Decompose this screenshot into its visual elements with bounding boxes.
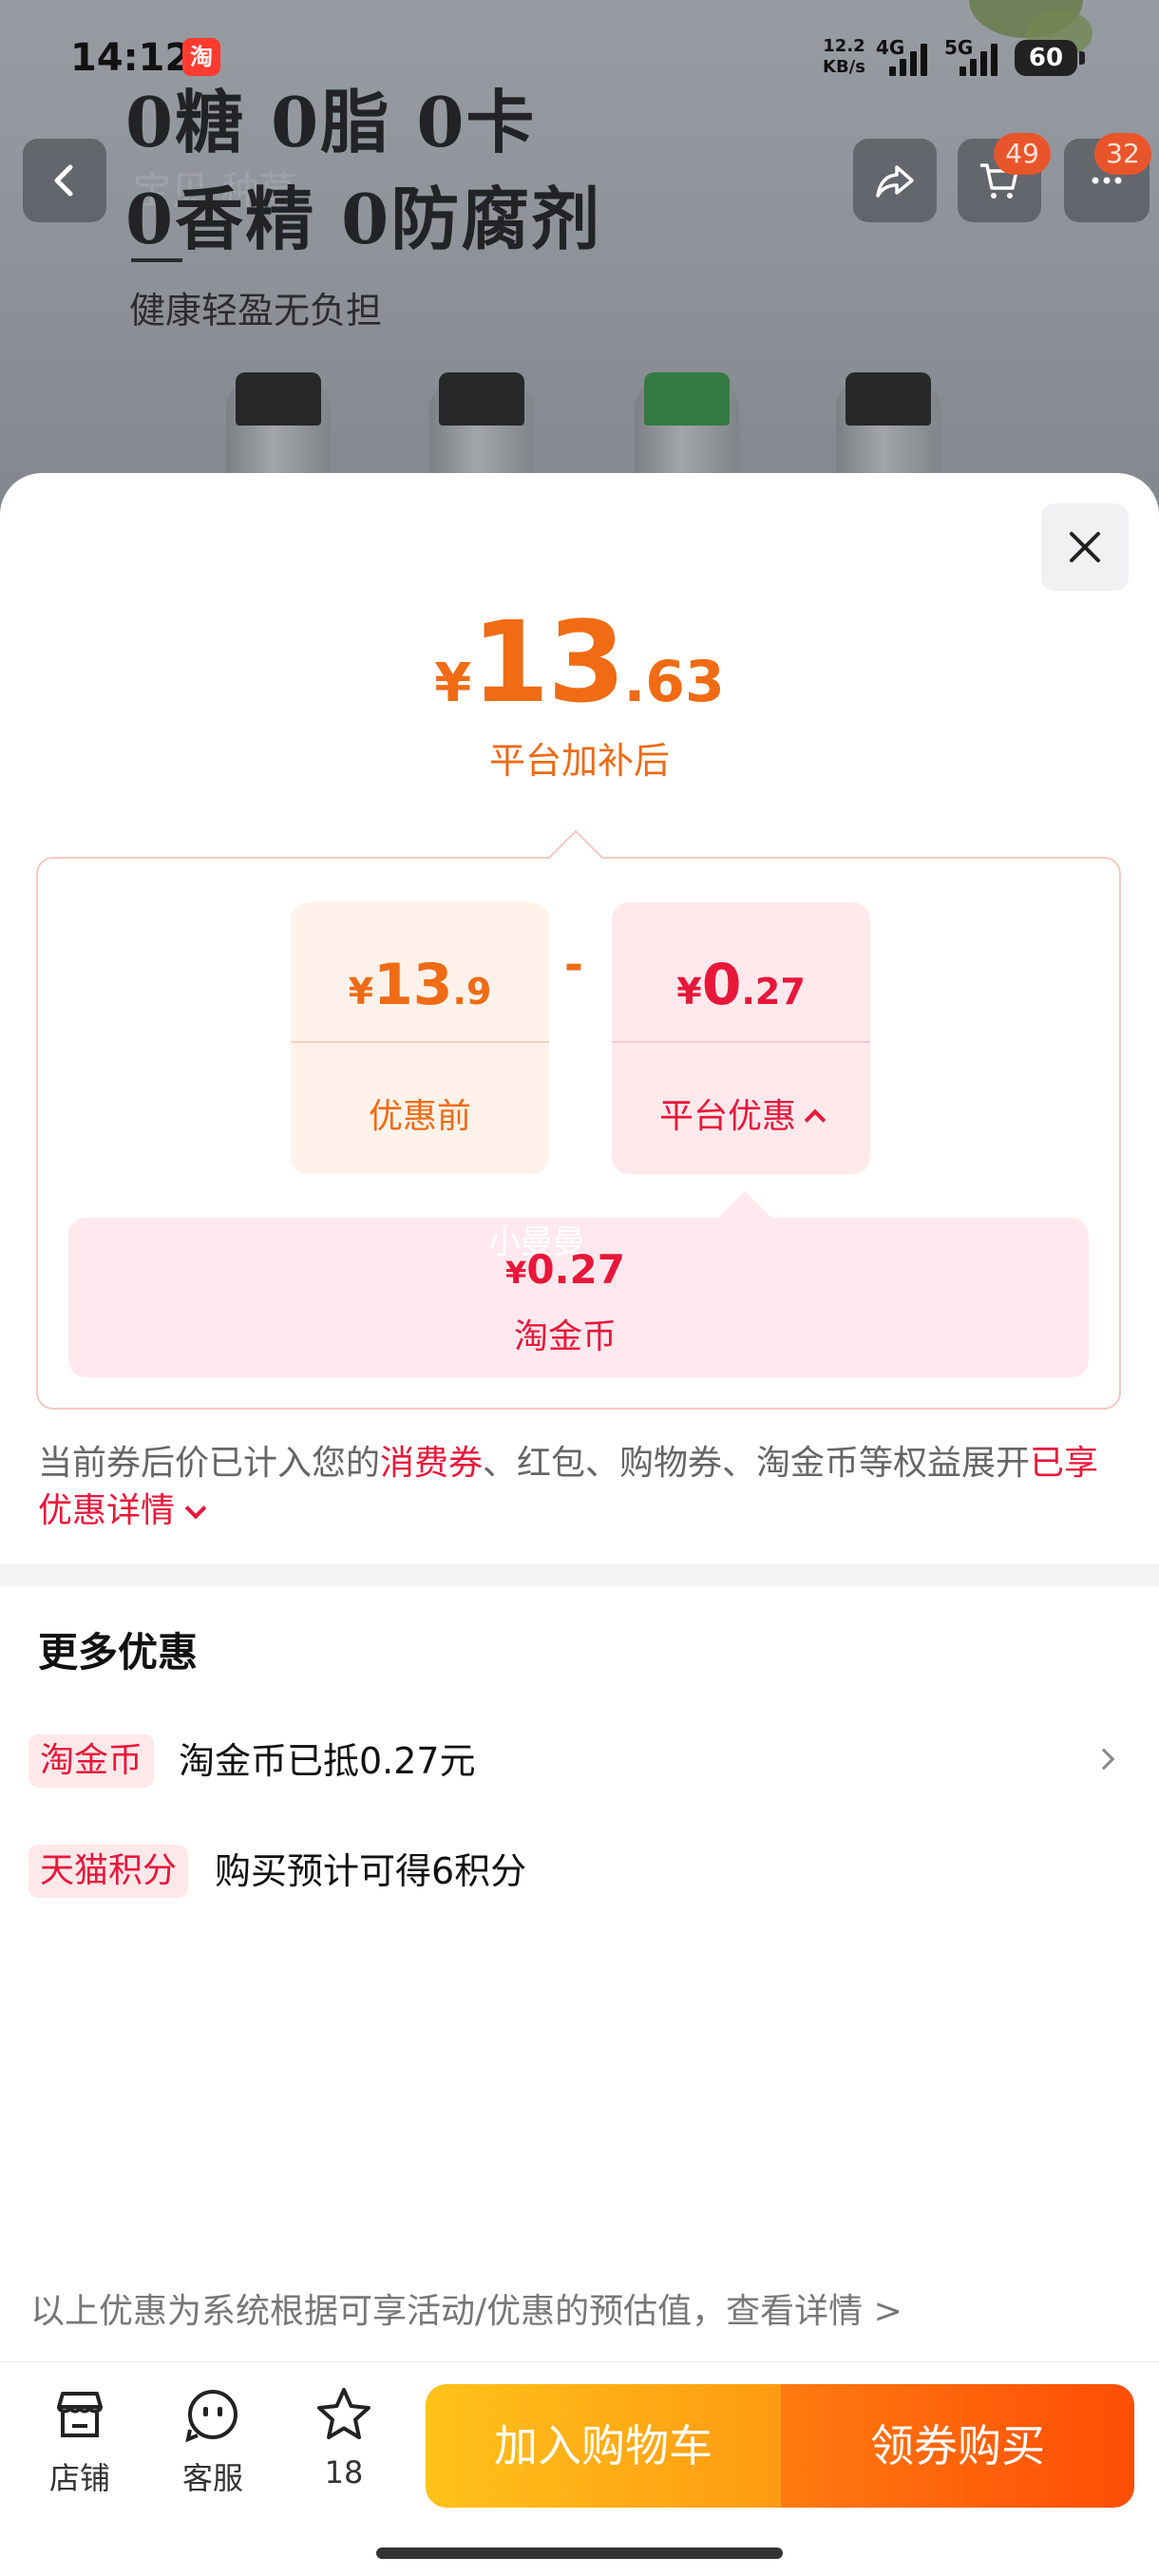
offer-row-taojinbi[interactable]: 淘金币 淘金币已抵0.27元 [28, 1731, 1130, 1791]
platform-discount-label: 平台优惠 [612, 1089, 870, 1138]
customer-service-label: 客服 [181, 2460, 243, 2496]
platform-discount: ¥0.27 [676, 952, 806, 1018]
favorite-count: 18 [324, 2454, 364, 2491]
share-button[interactable] [853, 139, 937, 222]
minus-sign: - [564, 938, 583, 992]
status-time: 14:12 [70, 36, 192, 80]
add-to-cart-button[interactable]: 加入购物车 [426, 2384, 781, 2508]
signal-bars-icon [889, 42, 927, 76]
back-button[interactable] [23, 139, 106, 222]
store-tab[interactable]: 店铺 [23, 2384, 137, 2498]
more-offers-title: 更多优惠 [38, 1629, 199, 1676]
net-speed: 12.2 KB/s [823, 36, 865, 77]
offer-text: 淘金币已抵0.27元 [179, 1740, 476, 1782]
original-price: ¥13.9 [348, 952, 492, 1018]
share-icon [876, 165, 914, 198]
chevron-right-icon [1092, 1748, 1115, 1771]
customer-service-tab[interactable]: 客服 [156, 2384, 270, 2498]
close-button[interactable] [1041, 503, 1129, 591]
offer-tag: 天猫积分 [28, 1845, 189, 1898]
home-indicator[interactable] [376, 2548, 783, 2559]
offer-text: 购买预计可得6积分 [215, 1850, 527, 1892]
chevron-up-icon [804, 1108, 826, 1131]
star-icon [317, 2388, 370, 2439]
battery-icon: 60 [1015, 40, 1077, 76]
final-price: ¥13.63 [434, 597, 725, 728]
platform-discount-card[interactable]: ¥0.27 平台优惠 [612, 902, 870, 1174]
original-price-label: 优惠前 [368, 1097, 471, 1136]
close-icon [1070, 532, 1100, 562]
taobao-app-icon: 淘 [182, 38, 220, 76]
original-price-card: ¥13.9 优惠前 [291, 902, 549, 1174]
discount-note: 当前券后价已计入您的消费券、红包、购物券、淘金币等权益展开已享优惠详情 [38, 1444, 1099, 1530]
chevron-down-icon[interactable] [184, 1497, 207, 1520]
offer-row-tmall-points: 天猫积分 购买预计可得6积分 [28, 1841, 1130, 1902]
taojinbi-amount: ¥0.27 [505, 1246, 625, 1293]
estimate-disclaimer-link[interactable]: 以上优惠为系统根据可享活动/优惠的预估值，查看详情 > [30, 2283, 902, 2333]
status-bar: 14:12 淘 12.2 KB/s 4G 5G 60 [0, 0, 1159, 114]
signal-bars-icon [960, 42, 998, 76]
claim-coupon-buy-button[interactable]: 领券购买 [781, 2384, 1134, 2508]
cart-count-badge: 49 [994, 133, 1051, 175]
store-label: 店铺 [48, 2460, 110, 2496]
final-price-label: 平台加补后 [488, 740, 670, 782]
section-divider [0, 1563, 1159, 1586]
taojinbi-label: 淘金币 [513, 1317, 617, 1356]
offer-tag: 淘金币 [28, 1734, 155, 1788]
chevron-left-icon [54, 164, 73, 197]
consumer-coupon-link[interactable]: 消费券 [380, 1444, 483, 1483]
store-icon [57, 2392, 103, 2437]
more-button[interactable]: 32 [1064, 133, 1151, 222]
message-count-badge: 32 [1094, 133, 1151, 175]
favorite-tab[interactable]: 18 [287, 2384, 401, 2491]
customer-service-icon [185, 2390, 238, 2443]
cart-button[interactable]: 49 [958, 133, 1051, 222]
